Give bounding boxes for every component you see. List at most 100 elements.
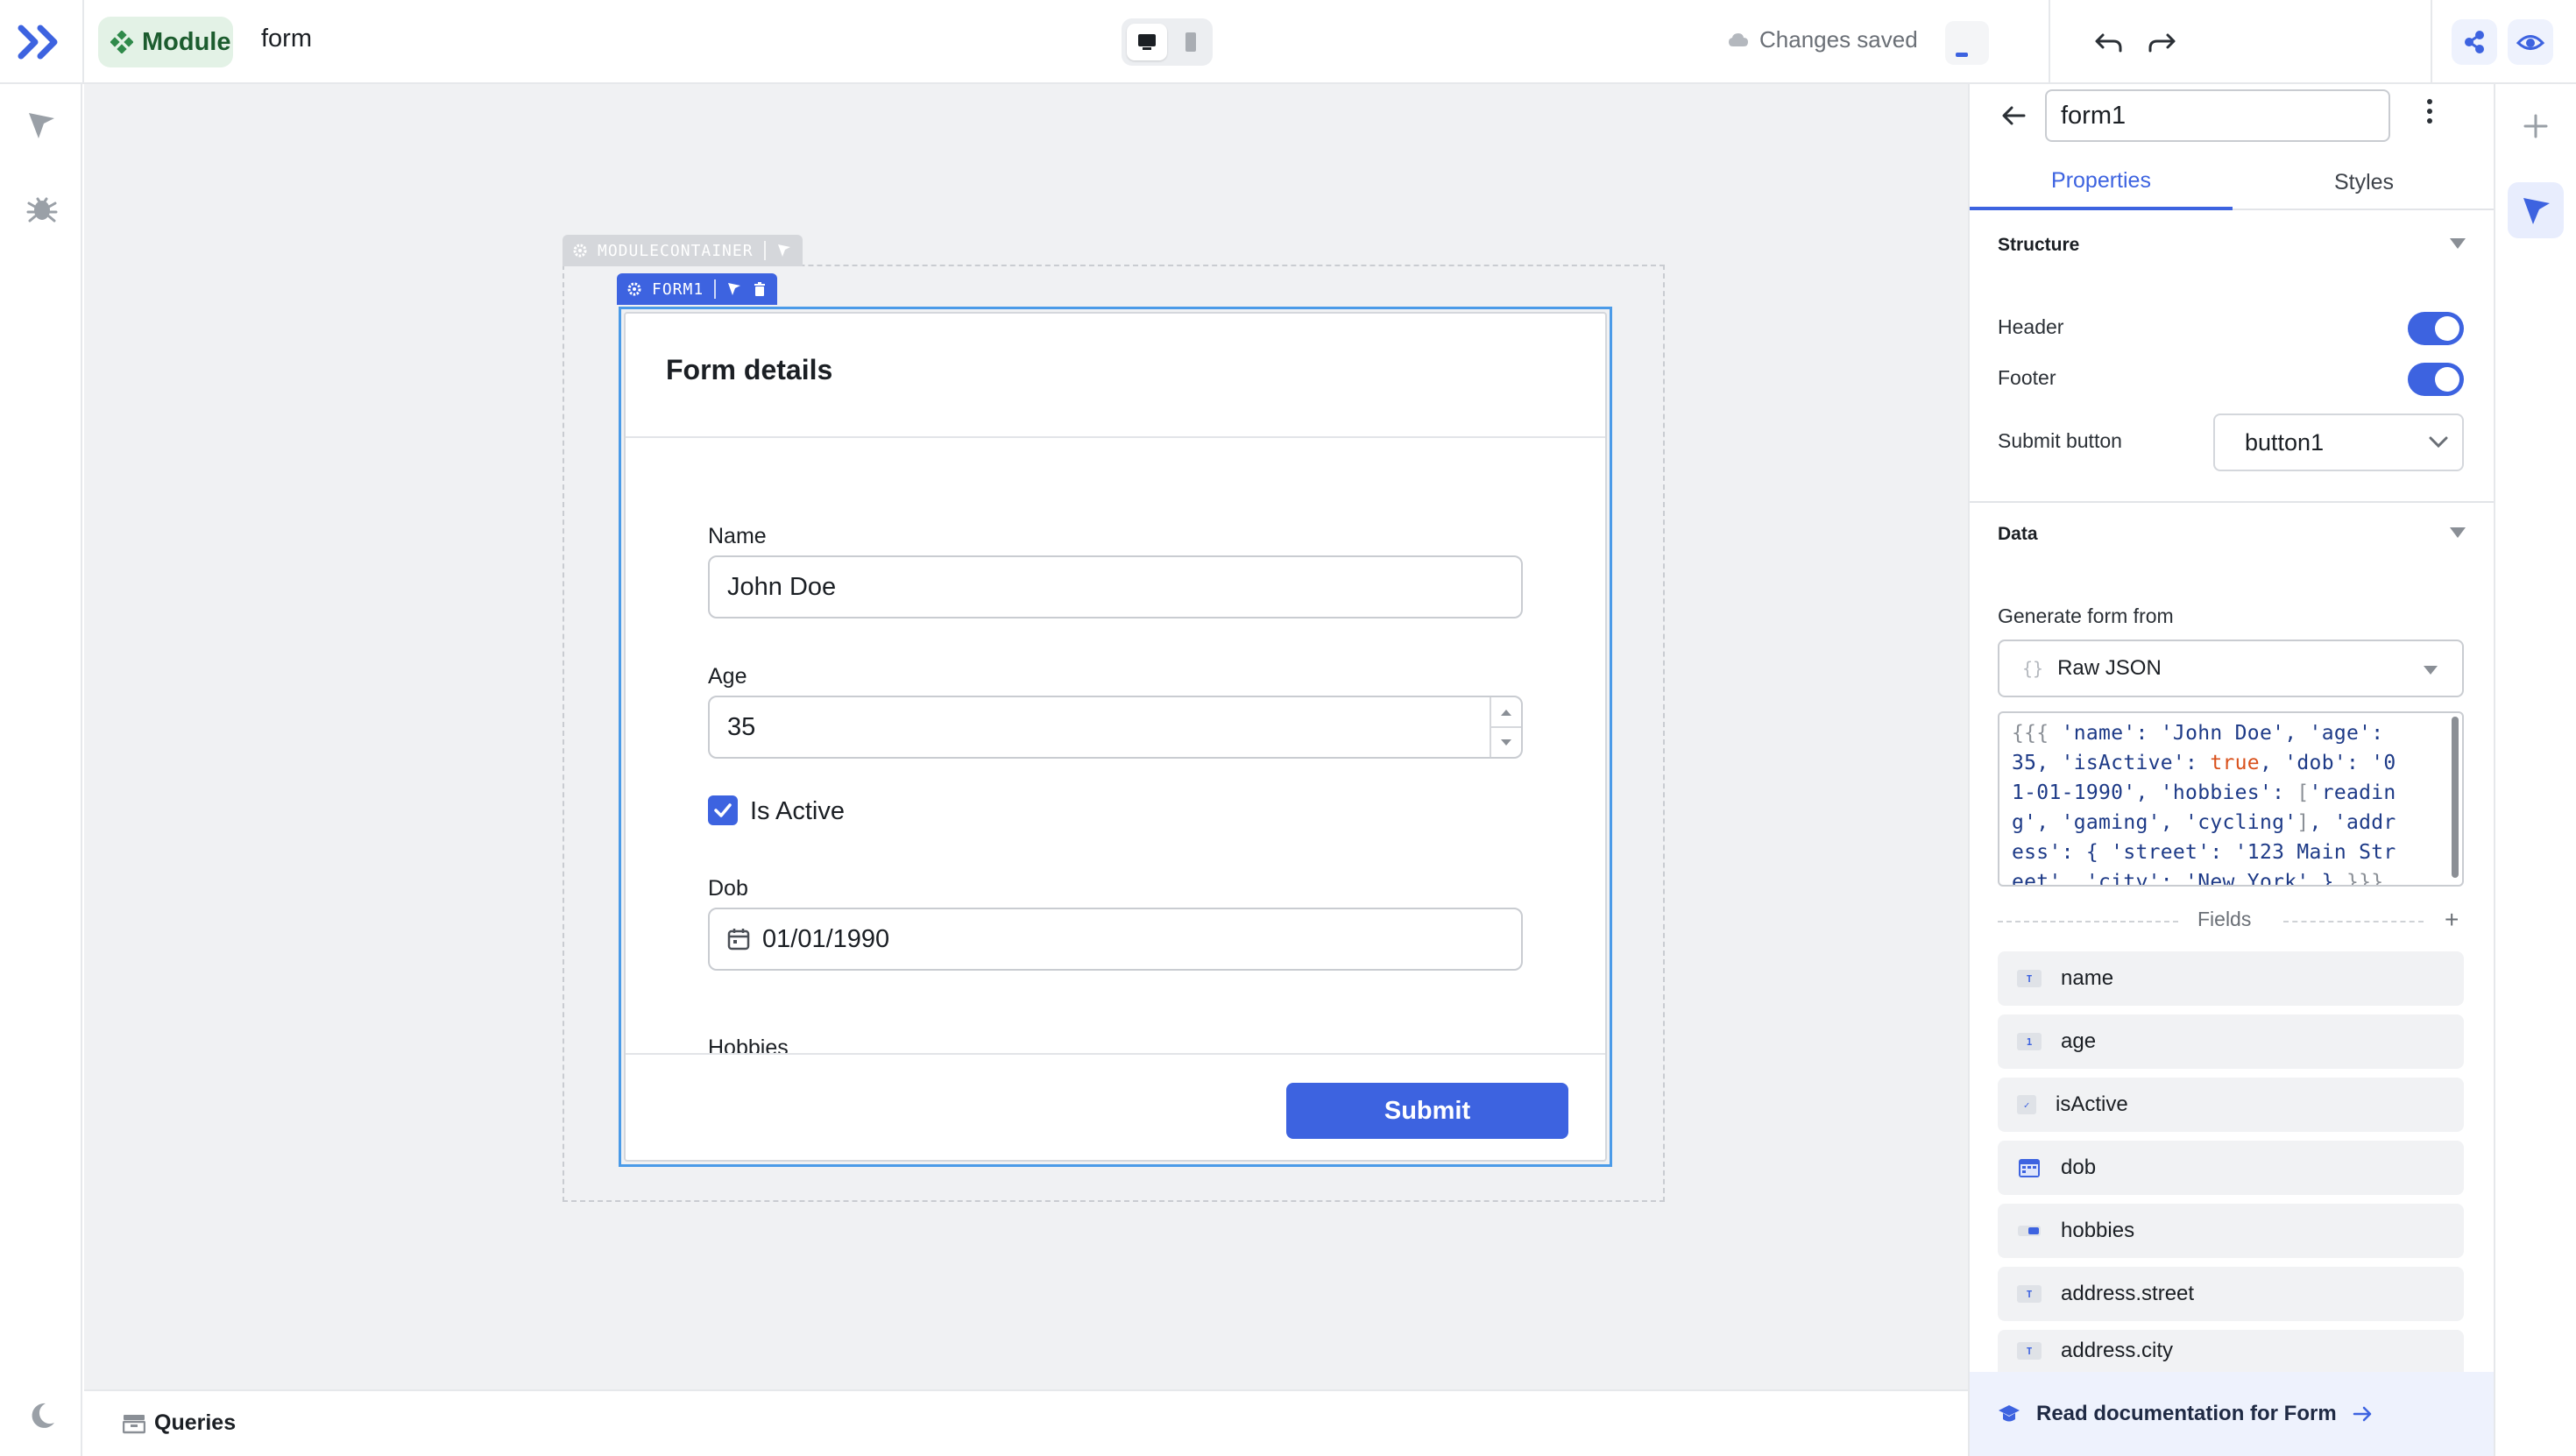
collapse-caret-icon[interactable]	[2450, 238, 2466, 249]
inspect-mode-button[interactable]	[2508, 182, 2564, 238]
tab-properties[interactable]: Properties	[1970, 154, 2233, 210]
inspector-panel: form1 Properties Styles Structure Header…	[1968, 84, 2495, 1456]
tab-styles[interactable]: Styles	[2233, 154, 2495, 210]
dob-label: Dob	[708, 876, 748, 901]
field-item-address-street[interactable]: T address.street	[1998, 1267, 2464, 1321]
dob-input-value: 01/01/1990	[762, 924, 890, 953]
calendar-icon[interactable]	[727, 928, 750, 951]
form-body: Name John Doe Age 35 Is Active Dob 01/01…	[626, 438, 1605, 1053]
multiselect-field-icon	[2018, 1226, 2041, 1236]
editor-canvas[interactable]: MODULECONTAINER FORM1 Form details Name	[84, 84, 1968, 1389]
field-name: hobbies	[2061, 1219, 2135, 1242]
is-active-checkbox[interactable]	[708, 795, 738, 825]
field-item-address-city[interactable]: T address.city	[1998, 1330, 2464, 1372]
select-cursor-icon[interactable]	[726, 281, 742, 297]
settings-gear-icon[interactable]	[573, 244, 587, 258]
queries-toggle[interactable]: Queries	[123, 1410, 236, 1436]
settings-gear-icon[interactable]	[627, 282, 641, 296]
inspect-cursor-icon	[2523, 198, 2550, 224]
form-component-tag[interactable]: FORM1	[617, 273, 778, 305]
add-component-icon[interactable]	[2520, 110, 2551, 142]
age-input[interactable]: 35	[708, 696, 1523, 759]
form-component[interactable]: Form details Name John Doe Age 35 Is Act…	[624, 312, 1607, 1162]
queries-label: Queries	[154, 1410, 237, 1435]
save-status-text: Changes saved	[1759, 26, 1918, 53]
footer-toggle-label: Footer	[1998, 366, 2056, 389]
collaborator-avatar[interactable]	[1945, 21, 1989, 65]
dark-mode-icon[interactable]	[25, 1398, 60, 1433]
more-options-icon[interactable]	[2424, 96, 2436, 126]
share-button[interactable]	[2452, 19, 2497, 65]
data-section-title[interactable]: Data	[1998, 524, 2038, 545]
inspect-cursor-icon[interactable]	[25, 109, 60, 144]
redo-icon[interactable]	[2145, 26, 2178, 58]
submit-button-select[interactable]: button1	[2213, 413, 2464, 471]
decrement-arrow-icon[interactable]	[1491, 728, 1521, 757]
documentation-link[interactable]: Read documentation for Form	[1970, 1372, 2495, 1456]
form-tag-label: FORM1	[652, 279, 704, 299]
form-title: Form details	[666, 354, 833, 385]
generate-form-label: Generate form from	[1998, 604, 2174, 627]
form-footer: Submit	[626, 1053, 1605, 1160]
header-toggle[interactable]	[2408, 312, 2464, 345]
tag-divider	[763, 241, 766, 260]
share-icon	[2465, 31, 2484, 53]
field-item-dob[interactable]: dob	[1998, 1141, 2464, 1195]
module-label: Module	[142, 27, 231, 56]
field-name: isActive	[2056, 1092, 2128, 1116]
app-name[interactable]: form	[261, 25, 312, 53]
debugger-icon[interactable]	[25, 191, 60, 226]
field-item-age[interactable]: 1 age	[1998, 1014, 2464, 1069]
age-label: Age	[708, 664, 747, 689]
text-field-icon: T	[2017, 1342, 2042, 1360]
device-toggle[interactable]	[1122, 18, 1213, 66]
eye-icon	[2516, 35, 2545, 50]
preview-button[interactable]	[2508, 19, 2553, 65]
raw-json-editor[interactable]: {{{ 'name': 'John Doe', 'age': 35, 'isAc…	[1998, 711, 2464, 887]
documentation-link-text: Read documentation for Form	[2036, 1402, 2337, 1425]
app-logo-icon[interactable]	[16, 19, 67, 65]
form-header: Form details	[626, 314, 1605, 438]
increment-arrow-icon[interactable]	[1491, 697, 1521, 728]
name-input-value: John Doe	[727, 572, 837, 601]
collapse-caret-icon[interactable]	[2450, 527, 2466, 538]
bottom-bar: Queries	[84, 1389, 1968, 1456]
name-input[interactable]: John Doe	[708, 555, 1523, 618]
checkbox-field-icon: ✓	[2017, 1095, 2036, 1114]
age-stepper[interactable]	[1490, 697, 1521, 757]
back-arrow-icon[interactable]	[1999, 102, 2028, 130]
raw-json-code: {{{ 'name': 'John Doe', 'age': 35, 'isAc…	[2012, 722, 2396, 887]
divider	[2431, 0, 2432, 84]
field-name: name	[2061, 966, 2114, 990]
field-item-isactive[interactable]: ✓ isActive	[1998, 1078, 2464, 1132]
select-cursor-icon[interactable]	[776, 243, 792, 258]
is-active-label: Is Active	[750, 797, 845, 825]
undo-icon[interactable]	[2092, 26, 2126, 58]
graduation-cap-icon	[1999, 1405, 2020, 1422]
field-item-hobbies[interactable]: hobbies	[1998, 1204, 2464, 1258]
field-item-name[interactable]: T name	[1998, 951, 2464, 1006]
dropdown-caret-icon	[2424, 666, 2438, 675]
submit-button[interactable]: Submit	[1286, 1083, 1568, 1139]
field-name: age	[2061, 1029, 2097, 1053]
delete-trash-icon[interactable]	[753, 281, 767, 297]
add-field-icon[interactable]: +	[2445, 906, 2459, 934]
text-field-icon: T	[2017, 970, 2042, 987]
submit-button-select-value: button1	[2245, 428, 2325, 456]
tag-divider	[714, 279, 717, 299]
section-divider	[1970, 501, 2495, 503]
age-input-value: 35	[727, 712, 756, 741]
form-source-select[interactable]: {} Raw JSON	[1998, 640, 2464, 697]
mobile-view-icon[interactable]	[1172, 24, 1209, 60]
structure-section-title[interactable]: Structure	[1998, 235, 2079, 256]
footer-toggle[interactable]	[2408, 363, 2464, 396]
editor-scrollbar[interactable]	[2452, 717, 2459, 878]
module-badge[interactable]: Module	[98, 17, 233, 67]
fields-header: Fields +	[1998, 906, 2464, 934]
component-name-input[interactable]: form1	[2045, 89, 2390, 142]
module-container-tag[interactable]: MODULECONTAINER	[563, 235, 803, 266]
dob-date-input[interactable]: 01/01/1990	[708, 908, 1523, 971]
desktop-view-button[interactable]	[1127, 24, 1167, 60]
fields-label: Fields	[2197, 908, 2252, 930]
cloud-icon	[1729, 32, 1748, 46]
